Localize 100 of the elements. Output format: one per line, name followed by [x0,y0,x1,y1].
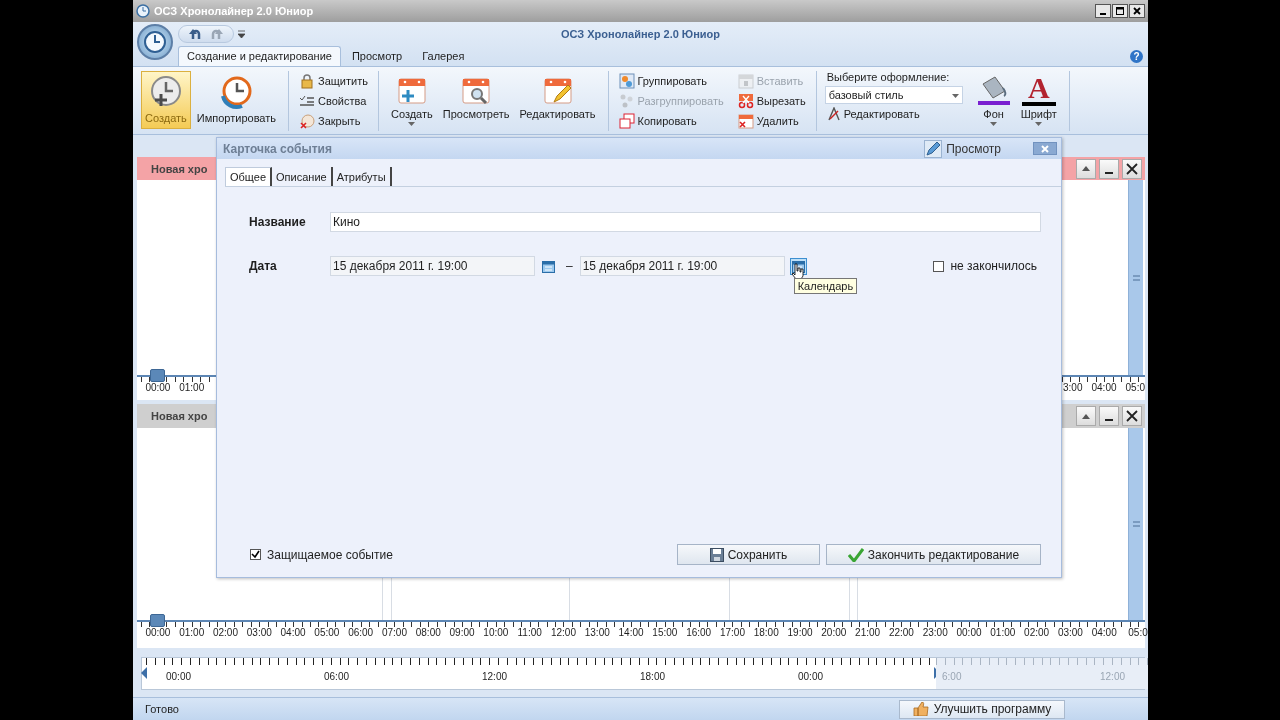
timeline-title: Новая хро [151,410,208,422]
ribbon-tab[interactable]: Галерея [413,46,474,66]
time-label: 05:00 [313,627,341,638]
checkbox[interactable]: Защищаемое событие [250,547,393,562]
calendar-delete-icon [737,113,754,129]
ribbon-button[interactable]: Защитить [297,71,370,91]
time-label: 00:00 [955,627,983,638]
style-select[interactable]: базовый стиль [824,86,963,104]
ribbon-button[interactable]: Группировать [616,71,726,91]
time-label: 16:00 [685,627,713,638]
close-icon [1126,162,1138,175]
time-label: 12:00 [1099,671,1127,682]
scroll-bar[interactable] [1128,180,1143,375]
time-label: 05:0 [1125,382,1145,393]
ribbon-button[interactable]: Копировать [616,111,726,131]
collapse-button[interactable] [1076,406,1096,426]
lock-icon [299,73,315,89]
time-label: 04:00 [1091,382,1117,393]
close-button[interactable] [1129,4,1145,18]
grip-icon [1132,521,1140,527]
ruler-handle[interactable] [150,614,165,627]
scroll-bar[interactable] [1128,428,1143,620]
undo-icon [189,28,203,40]
time-label: 08:00 [414,627,442,638]
minimize-button[interactable] [1099,158,1119,179]
status-text: Готово [145,703,179,715]
ribbon-button[interactable]: Редактировать [515,71,600,129]
brush-icon [826,107,841,121]
close-button[interactable] [1122,406,1142,426]
caret-icon [990,122,998,126]
time-label: 17:00 [718,627,746,638]
calendar-icon [542,259,555,273]
thumbs-up-icon [912,702,929,716]
view-button[interactable]: Просмотр [924,139,1001,158]
calendar-icon [737,73,754,89]
tooltip: Календарь [793,277,858,294]
ribbon-button[interactable]: Вырезать [735,91,808,111]
ribbon-button[interactable]: Создать [141,71,191,129]
minimize-button[interactable] [1099,406,1119,426]
time-label: 21:00 [854,627,882,638]
caret-icon [951,94,959,98]
help-icon[interactable]: ? [1130,50,1143,63]
field-label: Дата [249,259,278,273]
ribbon-button[interactable]: Просмотреть [438,71,514,129]
date-field[interactable]: 15 декабря 2011 г. 19:00 [330,256,535,276]
time-label: 01:00 [178,627,206,638]
ribbon-button[interactable]: Фон [972,71,1015,129]
time-label: 6:00 [941,671,963,682]
list-icon [299,93,315,109]
time-label: 22:00 [887,627,915,638]
finish-button[interactable]: Закончить редактирование [826,544,1041,565]
ribbon-tab[interactable]: Создание и редактирование [178,46,341,66]
time-label: 04:00 [279,627,307,638]
time-label: 09:00 [448,627,476,638]
ribbon-button[interactable]: A Шрифт [1016,71,1061,129]
name-field[interactable]: Кино [330,212,1041,232]
style-label: Выберите оформление: [825,71,951,83]
ribbon-button[interactable]: Создать [386,71,437,129]
minimize-icon [1105,171,1113,174]
close-button[interactable] [1122,158,1142,179]
ribbon-button[interactable]: Редактировать [824,107,963,121]
time-label: 15:00 [651,627,679,638]
date-field[interactable]: 15 декабря 2011 г. 19:00 [579,256,785,276]
dialog-tab[interactable]: Общее [225,167,273,186]
upgrade-button[interactable]: Улучшить программу [899,699,1065,719]
maximize-icon [1116,7,1124,15]
time-label: 01:00 [178,382,206,393]
collapse-button[interactable] [1076,158,1096,179]
ribbon-button[interactable]: Удалить [735,111,808,131]
caret-icon [408,122,416,126]
close-circle-icon [299,113,315,129]
window-title: ОСЗ Хронолайнер 2.0 Юниор [154,5,315,17]
overview-strip[interactable]: 00:00 06:00 12:00 18:00 00:00 [142,658,936,689]
dialog-tab[interactable]: Атрибуты [332,167,392,186]
ribbon-button[interactable]: Закрыть [297,111,370,131]
app-menu-button[interactable] [137,24,173,60]
copy-icon [618,113,635,129]
dialog-tab[interactable]: Описание [272,167,333,186]
time-label: 00:00 [165,671,193,682]
time-label: 00:00 [797,671,825,682]
clock-icon [136,4,150,18]
minimize-button[interactable] [1095,4,1111,18]
shapes-icon [618,73,635,89]
time-label: 10:00 [482,627,510,638]
range-handle-icon [141,667,147,679]
ribbon-button[interactable]: Импортировать [192,71,280,129]
undo-button[interactable] [189,28,203,40]
ribbon-button[interactable]: Свойства [297,91,370,111]
checkbox[interactable]: не закончилось [933,259,1037,273]
time-label: 05:0 [1127,627,1148,638]
maximize-button[interactable] [1112,4,1128,18]
floppy-icon [709,547,724,562]
time-label: 12:00 [549,627,577,638]
ribbon-tab[interactable]: Просмотр [342,46,412,66]
ruler-handle[interactable] [150,369,165,382]
clock-icon [143,30,167,54]
close-icon [1041,144,1049,153]
timeline-title: Новая хро [151,162,208,175]
close-icon [1133,7,1141,15]
save-button[interactable]: Сохранить [677,544,820,565]
